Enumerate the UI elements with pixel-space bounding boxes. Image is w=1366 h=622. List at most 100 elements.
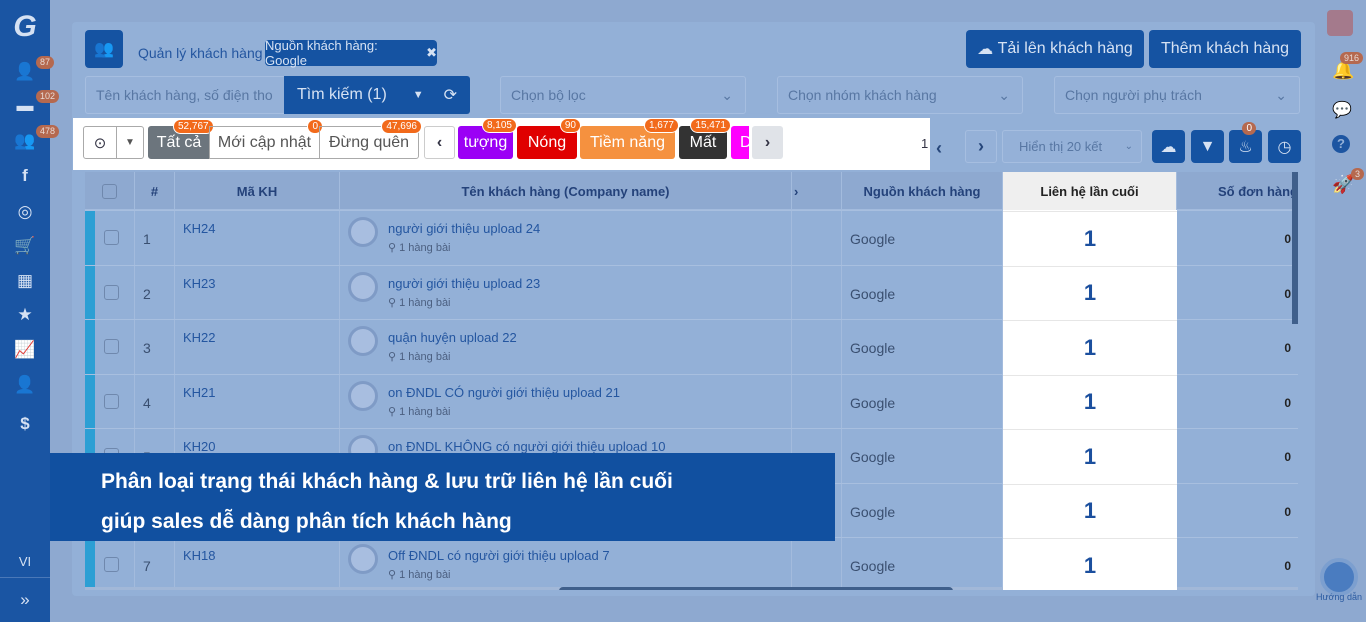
customer-name[interactable]: người giới thiệu upload 23 — [388, 276, 540, 291]
tab-label: tượng — [463, 133, 508, 151]
owner-select[interactable]: Chọn người phụ trách ⌄ — [1054, 76, 1300, 114]
tab-all[interactable]: Tất cả 52,767 — [148, 119, 214, 159]
caret-down-icon[interactable]: ▼ — [116, 126, 144, 159]
customer-code[interactable]: KH23 — [175, 265, 340, 320]
customer-address: ⚲ 1 hàng bài — [388, 405, 451, 418]
customer-name[interactable]: Off ĐNDL có người giới thiệu upload 7 — [388, 548, 610, 563]
banner-line-2: giúp sales dễ dàng phân tích khách hàng — [101, 510, 512, 533]
map-marker-icon: ⚲ — [388, 242, 397, 254]
rocket-badge: 3 — [1351, 168, 1365, 180]
filter-tag: Nguồn khách hàng: Google ✖ — [265, 38, 437, 68]
page-size-label: Hiển thị 20 kết — [1019, 139, 1103, 154]
tab-dont-forget[interactable]: Đừng quên 47,696 — [319, 119, 422, 159]
tab-lost[interactable]: Mất 15,471 — [679, 118, 731, 159]
tab-hot[interactable]: Nóng 90 — [517, 118, 581, 159]
avatar — [348, 217, 378, 247]
customers-icon[interactable]: 👥 — [85, 30, 123, 68]
table-row[interactable]: 1 KH24 người giới thiệu upload 24 ⚲ 1 hà… — [85, 210, 1298, 265]
group-select[interactable]: Chọn nhóm khách hàng ⌄ — [777, 76, 1023, 114]
birthday-cake-icon[interactable]: ♨ 0 — [1229, 122, 1262, 163]
row-checkbox[interactable] — [104, 284, 119, 300]
tab-object[interactable]: tượng 8,105 — [458, 118, 517, 159]
customer-name[interactable]: on ĐNDL KHÔNG có người giới thiệu upload… — [388, 439, 665, 454]
tab-label: Mất — [689, 133, 717, 151]
horizontal-scrollbar[interactable] — [559, 587, 953, 590]
page-number: 1 — [921, 136, 929, 151]
scroll-right-button[interactable]: › — [752, 126, 783, 159]
filter-select[interactable]: Chọn bộ lọc ⌄ — [500, 76, 746, 114]
row-checkbox[interactable] — [104, 393, 119, 409]
order-count: 0 — [1284, 450, 1291, 464]
cubes-icon[interactable]: ▦ — [14, 271, 36, 291]
user-avatar[interactable] — [1327, 10, 1353, 36]
scroll-left-button[interactable]: ‹ — [424, 126, 455, 159]
dollar-icon[interactable]: $ — [14, 414, 36, 434]
last-contact-value: 1 — [1003, 211, 1177, 265]
language-switch[interactable]: VI — [14, 552, 36, 572]
radio-target-icon[interactable]: ⊙ — [83, 126, 117, 159]
last-contact-value: 1 — [1003, 320, 1177, 374]
guide-label[interactable]: Hướng dẫn — [1316, 592, 1362, 602]
column-header-name[interactable]: Tên khách hàng (Company name) — [340, 172, 792, 210]
users-group-icon[interactable]: 👥 478 — [14, 125, 60, 151]
upload-customers-button[interactable]: ☁ Tải lên khách hàng — [966, 30, 1144, 68]
chat-icon[interactable]: 💬 — [1332, 100, 1352, 120]
row-checkbox[interactable] — [104, 230, 119, 245]
customer-code[interactable]: KH18 — [175, 538, 340, 590]
search-input[interactable]: Tên khách hàng, số điện tho — [85, 76, 285, 114]
tab-recently-updated[interactable]: Mới cập nhật 0 — [209, 119, 323, 159]
star-icon[interactable]: ★ — [14, 305, 36, 325]
table-row[interactable]: 3 KH22 quận huyện upload 22 ⚲ 1 hàng bài… — [85, 319, 1298, 374]
column-header-source[interactable]: Nguồn khách hàng — [842, 172, 1003, 210]
prev-page-button[interactable]: ‹ — [936, 138, 942, 159]
address-text: 1 hàng bài — [399, 242, 451, 254]
customer-code[interactable]: KH24 — [175, 211, 340, 265]
page-size-select[interactable]: Hiển thị 20 kết ⌄ — [1002, 130, 1142, 163]
column-header-orders[interactable]: Số đơn hàng — [1177, 172, 1298, 210]
clock-icon[interactable]: ◷ — [1268, 130, 1301, 163]
tab-potential[interactable]: Tiềm năng 1,677 — [580, 118, 679, 159]
search-button[interactable]: Tìm kiếm (1) ▼ ⟳ — [284, 76, 470, 114]
refresh-icon[interactable]: ⟳ — [444, 85, 457, 105]
caret-down-icon[interactable]: ▼ — [413, 89, 424, 101]
table-row[interactable]: 4 KH21 on ĐNDL CÓ người giới thiệu uploa… — [85, 373, 1298, 429]
avatar — [348, 271, 378, 302]
row-checkbox[interactable] — [104, 557, 119, 572]
cloud-download-icon[interactable]: ☁ — [1152, 130, 1185, 163]
expand-sidebar-button[interactable]: » — [14, 590, 36, 610]
logo-icon[interactable]: G — [6, 8, 44, 46]
users-icon[interactable]: 👤 87 — [14, 56, 55, 82]
inbox-icon[interactable]: ▬ 102 — [14, 90, 60, 116]
vertical-scrollbar[interactable] — [1292, 172, 1298, 324]
column-header-last-contact[interactable]: Liên hệ lần cuối — [1003, 172, 1177, 210]
column-header-hidden: › — [792, 172, 842, 210]
customer-source: Google — [842, 265, 1003, 320]
customer-name[interactable]: quận huyện upload 22 — [388, 330, 517, 345]
help-icon[interactable]: ? — [1332, 135, 1350, 153]
facebook-icon[interactable]: f — [14, 166, 36, 186]
customer-source: Google — [842, 483, 1003, 538]
customer-address: ⚲ 1 hàng bài — [388, 241, 451, 254]
order-count: 0 — [1284, 286, 1291, 301]
select-all-checkbox[interactable] — [85, 172, 135, 210]
guide-book-icon[interactable] — [1320, 558, 1358, 596]
target-icon[interactable]: ◎ — [14, 202, 36, 222]
customer-code[interactable]: KH21 — [175, 374, 340, 429]
next-page-button[interactable]: › — [965, 130, 997, 163]
filter-icon[interactable]: ▼ — [1191, 130, 1224, 163]
add-customer-button[interactable]: Thêm khách hàng — [1149, 30, 1301, 68]
column-header-code[interactable]: Mã KH — [175, 172, 340, 210]
customer-name[interactable]: on ĐNDL CÓ người giới thiệu upload 21 — [388, 385, 620, 400]
user-tie-icon[interactable]: 👤 — [14, 375, 36, 395]
cart-icon[interactable]: 🛒 — [14, 236, 36, 256]
customer-code[interactable]: KH22 — [175, 320, 340, 374]
table-row[interactable]: 7 KH18 Off ĐNDL có người giới thiệu uplo… — [85, 537, 1298, 590]
close-icon[interactable]: ✖ — [426, 45, 437, 61]
table-row[interactable]: 2 KH23 người giới thiệu upload 23 ⚲ 1 hà… — [85, 264, 1298, 320]
count-badge: 90 — [559, 118, 581, 133]
customer-name[interactable]: người giới thiệu upload 24 — [388, 221, 540, 236]
tab-partial[interactable]: D — [731, 126, 749, 159]
chart-line-icon[interactable]: 📈 — [14, 340, 36, 360]
row-checkbox[interactable] — [104, 339, 119, 354]
breadcrumb[interactable]: Quản lý khách hàng — [138, 45, 263, 61]
